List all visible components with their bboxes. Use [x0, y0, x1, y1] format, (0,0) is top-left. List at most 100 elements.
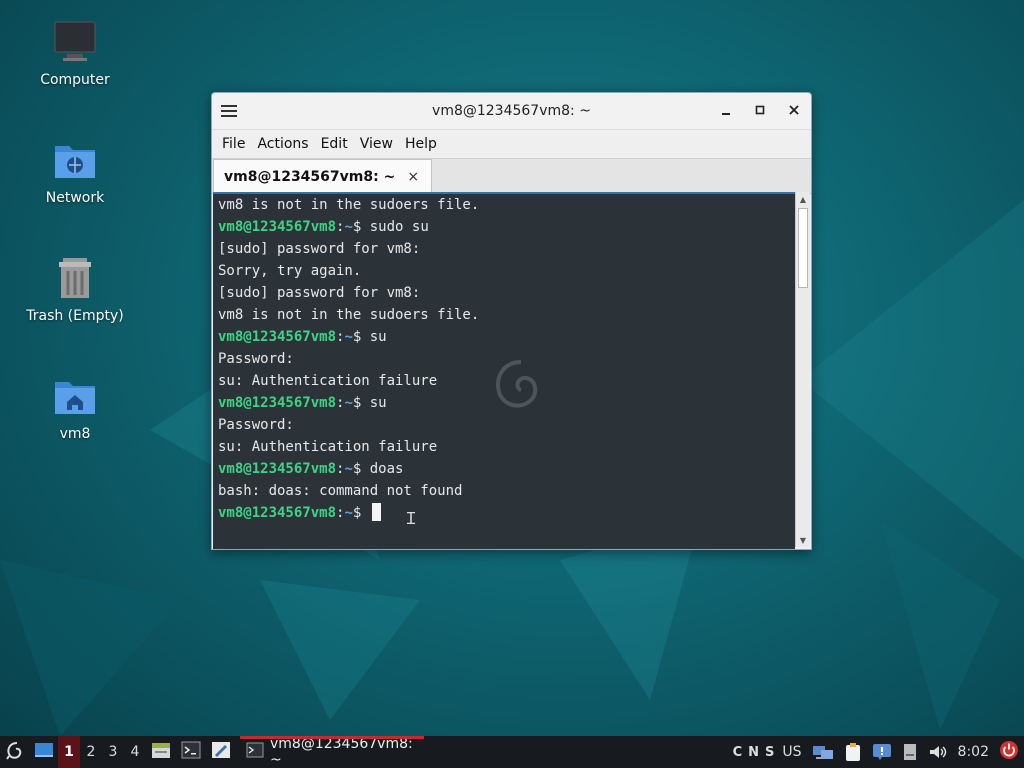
- desktop-icon-trash[interactable]: Trash (Empty): [20, 254, 130, 324]
- terminal-icon: [246, 742, 264, 762]
- terminal-output-line: [sudo] password for vm8:: [218, 241, 421, 257]
- hamburger-menu-icon[interactable]: [212, 93, 246, 129]
- prompt-path: ~: [344, 219, 353, 235]
- scroll-down-icon[interactable]: ▼: [796, 533, 810, 547]
- prompt-user: vm8@1234567vm8: [218, 461, 337, 477]
- terminal-prompt-line: vm8@1234567vm8:~$ sudo su: [213, 216, 795, 238]
- debian-menu-icon: [5, 740, 25, 764]
- prompt-path: ~: [344, 505, 353, 521]
- terminal-launcher[interactable]: [176, 736, 206, 768]
- window-titlebar[interactable]: vm8@1234567vm8: ~: [212, 93, 811, 129]
- home-folder-icon: [51, 372, 99, 420]
- text-editor-icon: [211, 741, 231, 763]
- desktop-icon-label: Trash (Empty): [26, 308, 124, 324]
- prompt-user: vm8@1234567vm8: [218, 505, 337, 521]
- terminal-prompt-line: vm8@1234567vm8:~$: [213, 502, 795, 524]
- maximize-icon: [755, 103, 765, 119]
- terminal-prompt-line: vm8@1234567vm8:~$ doas: [213, 458, 795, 480]
- terminal-output-line: su: Authentication failure: [218, 439, 438, 455]
- maximize-button[interactable]: [743, 93, 777, 129]
- prompt-path: ~: [344, 461, 353, 477]
- text-cursor: [371, 503, 381, 521]
- terminal-output[interactable]: vm8 is not in the sudoers file. vm8@12345…: [213, 192, 795, 549]
- prompt-sign: $: [352, 329, 370, 345]
- desktop-icon-label: Network: [45, 190, 105, 206]
- menu-view[interactable]: View: [354, 136, 399, 152]
- notification-tray-icon[interactable]: [867, 736, 897, 768]
- show-desktop-button[interactable]: [30, 736, 58, 768]
- storage-tray-icon[interactable]: [897, 736, 923, 768]
- ibeam-cursor-icon: Ｉ: [403, 509, 420, 528]
- prompt-sign: $: [352, 219, 370, 235]
- prompt-user: vm8@1234567vm8: [218, 329, 337, 345]
- terminal-icon: [181, 741, 201, 763]
- keyboard-layout[interactable]: US: [777, 736, 806, 768]
- menu-help[interactable]: Help: [399, 136, 443, 152]
- terminal-output-line: Sorry, try again.: [218, 263, 362, 279]
- taskbar-terminal-task[interactable]: vm8@1234567vm8: ~: [240, 736, 424, 768]
- prompt-user: vm8@1234567vm8: [218, 219, 337, 235]
- power-icon: [999, 740, 1019, 764]
- computer-icon: [51, 18, 99, 66]
- desktop-icon-label: Computer: [40, 72, 110, 88]
- tab-label: vm8@1234567vm8: ~: [224, 168, 396, 185]
- file-manager-launcher[interactable]: [146, 736, 176, 768]
- terminal-output-line: bash: doas: command not found: [218, 483, 463, 499]
- prompt-user: vm8@1234567vm8: [218, 395, 337, 411]
- command-text: doas: [369, 461, 404, 477]
- close-button[interactable]: [777, 93, 811, 129]
- menubar: File Actions Edit View Help: [212, 129, 811, 158]
- taskbar: 1 2 3 4 vm8@1234567vm8: ~ C N S US 8:02: [0, 736, 1024, 768]
- terminal-output-line: Password:: [218, 417, 294, 433]
- network-tray-icon[interactable]: [807, 736, 839, 768]
- terminal-output-line: [sudo] password for vm8:: [218, 285, 421, 301]
- scroll-up-icon[interactable]: ▲: [796, 192, 810, 206]
- minimize-button[interactable]: [709, 93, 743, 129]
- workspace-3[interactable]: 3: [102, 736, 124, 768]
- terminal-window: vm8@1234567vm8: ~ File Actions Edit View…: [211, 92, 812, 550]
- numlock-indicator: N: [748, 744, 760, 760]
- network-folder-icon: [51, 136, 99, 184]
- clipboard-tray-icon[interactable]: [839, 736, 867, 768]
- workspace-2[interactable]: 2: [80, 736, 102, 768]
- system-tray: C N S US 8:02: [730, 736, 1024, 768]
- text-editor-launcher[interactable]: [206, 736, 236, 768]
- power-button[interactable]: [994, 736, 1024, 768]
- command-text: sudo su: [369, 219, 429, 235]
- active-task-indicator: [240, 736, 424, 739]
- desktop-icon-vm8[interactable]: vm8: [20, 372, 130, 442]
- file-manager-icon: [151, 741, 171, 763]
- desktop-icon-computer[interactable]: Computer: [20, 18, 130, 88]
- prompt-sign: $: [352, 461, 370, 477]
- desktop-icon-network[interactable]: Network: [20, 136, 130, 206]
- scrollbar-thumb[interactable]: [798, 208, 808, 288]
- minimize-icon: [721, 103, 731, 119]
- clock[interactable]: 8:02: [953, 736, 994, 768]
- tab-bar: vm8@1234567vm8: ~ ×: [212, 158, 811, 194]
- menu-actions[interactable]: Actions: [251, 136, 314, 152]
- prompt-path: ~: [344, 329, 353, 345]
- trash-icon: [51, 254, 99, 302]
- terminal-scrollbar[interactable]: ▲ ▼: [795, 192, 810, 547]
- workspace-4[interactable]: 4: [124, 736, 146, 768]
- debian-logo-watermark: [496, 360, 538, 408]
- show-desktop-icon: [34, 741, 54, 763]
- command-text: su: [369, 395, 387, 411]
- terminal-prompt-line: vm8@1234567vm8:~$ su: [213, 326, 795, 348]
- tab-close-icon[interactable]: ×: [407, 169, 419, 185]
- desktop-icon-label: vm8: [59, 426, 91, 442]
- workspace-1[interactable]: 1: [58, 736, 80, 768]
- terminal-output-line: vm8 is not in the sudoers file.: [218, 197, 480, 213]
- menu-edit[interactable]: Edit: [315, 136, 354, 152]
- prompt-path: ~: [344, 395, 353, 411]
- app-menu-button[interactable]: [0, 736, 30, 768]
- prompt-sign: $: [352, 505, 370, 521]
- tab-terminal[interactable]: vm8@1234567vm8: ~ ×: [213, 159, 433, 193]
- capslock-indicator: C: [732, 744, 743, 760]
- command-text: su: [369, 329, 387, 345]
- scrolllock-indicator: S: [765, 744, 775, 760]
- prompt-sign: $: [352, 395, 370, 411]
- menu-file[interactable]: File: [216, 136, 251, 152]
- close-icon: [789, 103, 799, 119]
- volume-icon[interactable]: [923, 736, 953, 768]
